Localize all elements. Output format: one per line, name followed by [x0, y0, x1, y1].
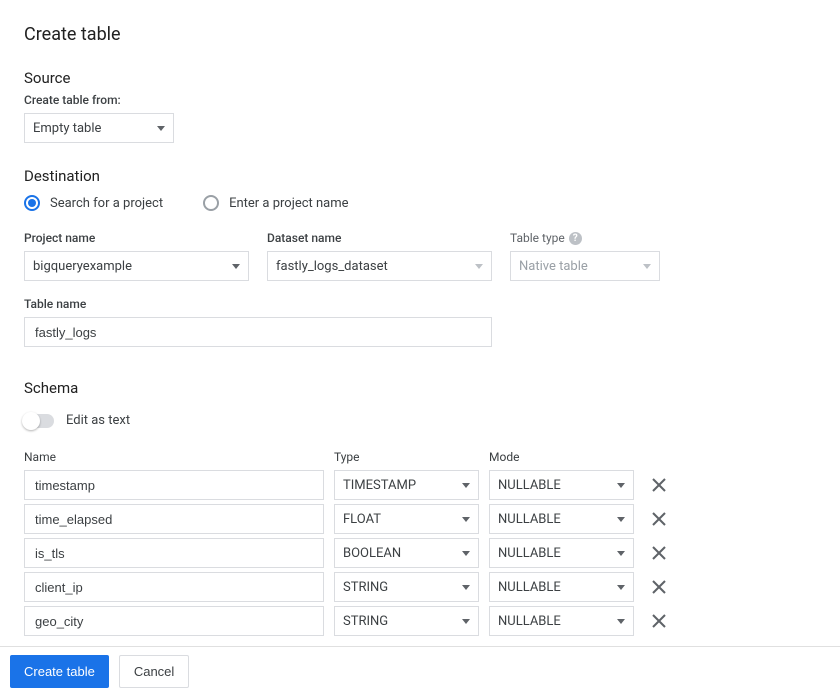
chevron-down-icon: [157, 126, 165, 131]
chevron-down-icon: [643, 264, 651, 269]
schema-mode-dropdown[interactable]: NULLABLE: [489, 504, 634, 534]
table-type-value: Native table: [519, 259, 588, 274]
schema-type-dropdown[interactable]: STRING: [334, 606, 479, 636]
schema-mode-dropdown[interactable]: NULLABLE: [489, 470, 634, 500]
schema-type-value: TIMESTAMP: [343, 478, 416, 493]
chevron-down-icon: [462, 551, 470, 556]
schema-name-input[interactable]: [33, 613, 315, 630]
schema-name-input[interactable]: [33, 477, 315, 494]
schema-name-input-wrap: [24, 572, 324, 602]
close-icon: [650, 510, 668, 528]
schema-row: FLOAT NULLABLE: [24, 504, 840, 534]
table-name-input[interactable]: [33, 324, 483, 341]
toggle-knob-icon: [22, 412, 40, 430]
schema-name-input[interactable]: [33, 545, 315, 562]
table-name-label: Table name: [24, 297, 492, 311]
dataset-name-label: Dataset name: [267, 231, 492, 245]
schema-name-input-wrap: [24, 538, 324, 568]
schema-col-name: Name: [24, 450, 324, 464]
schema-mode-value: NULLABLE: [498, 580, 561, 595]
help-icon[interactable]: ?: [569, 232, 582, 245]
table-type-dropdown[interactable]: Native table: [510, 251, 660, 281]
radio-search-project[interactable]: Search for a project: [24, 195, 163, 211]
chevron-down-icon: [462, 619, 470, 624]
table-name-input-wrap: [24, 317, 492, 347]
schema-row: TIMESTAMP NULLABLE: [24, 470, 840, 500]
dataset-name-value: fastly_logs_dataset: [276, 259, 388, 274]
table-type-label: Table type ?: [510, 231, 660, 245]
dataset-name-dropdown[interactable]: fastly_logs_dataset: [267, 251, 492, 281]
schema-mode-value: NULLABLE: [498, 614, 561, 629]
schema-mode-dropdown[interactable]: NULLABLE: [489, 606, 634, 636]
chevron-down-icon: [617, 483, 625, 488]
table-type-label-text: Table type: [510, 231, 565, 245]
schema-type-value: BOOLEAN: [343, 546, 401, 561]
edit-as-text-toggle[interactable]: [24, 414, 54, 428]
schema-type-dropdown[interactable]: STRING: [334, 572, 479, 602]
project-name-value: bigqueryexample: [33, 259, 132, 274]
chevron-down-icon: [462, 585, 470, 590]
radio-enter-label: Enter a project name: [229, 196, 348, 211]
schema-heading: Schema: [24, 379, 840, 397]
schema-name-input-wrap: [24, 504, 324, 534]
chevron-down-icon: [462, 483, 470, 488]
chevron-down-icon: [617, 551, 625, 556]
source-heading: Source: [24, 69, 840, 87]
chevron-down-icon: [462, 517, 470, 522]
schema-name-input-wrap: [24, 606, 324, 636]
delete-row-button[interactable]: [644, 612, 674, 630]
schema-col-mode: Mode: [489, 450, 634, 464]
schema-row: STRING NULLABLE: [24, 572, 840, 602]
close-icon: [650, 544, 668, 562]
schema-type-value: STRING: [343, 580, 388, 595]
cancel-button[interactable]: Cancel: [119, 655, 189, 688]
schema-mode-value: NULLABLE: [498, 478, 561, 493]
radio-enter-project[interactable]: Enter a project name: [203, 195, 348, 211]
schema-type-value: STRING: [343, 614, 388, 629]
project-name-dropdown[interactable]: bigqueryexample: [24, 251, 249, 281]
radio-selected-icon: [24, 195, 40, 211]
schema-name-input[interactable]: [33, 579, 315, 596]
schema-type-dropdown[interactable]: BOOLEAN: [334, 538, 479, 568]
delete-row-button[interactable]: [644, 476, 674, 494]
edit-as-text-label: Edit as text: [66, 413, 130, 428]
schema-name-input[interactable]: [33, 511, 315, 528]
schema-mode-dropdown[interactable]: NULLABLE: [489, 572, 634, 602]
schema-mode-value: NULLABLE: [498, 512, 561, 527]
chevron-down-icon: [617, 585, 625, 590]
project-name-label: Project name: [24, 231, 249, 245]
chevron-down-icon: [617, 619, 625, 624]
radio-unselected-icon: [203, 195, 219, 211]
close-icon: [650, 612, 668, 630]
create-from-label: Create table from:: [24, 93, 840, 107]
schema-type-value: FLOAT: [343, 512, 381, 527]
schema-col-type: Type: [334, 450, 479, 464]
page-title: Create table: [24, 24, 840, 45]
radio-search-label: Search for a project: [50, 196, 163, 211]
destination-heading: Destination: [24, 167, 840, 185]
schema-type-dropdown[interactable]: FLOAT: [334, 504, 479, 534]
chevron-down-icon: [617, 517, 625, 522]
delete-row-button[interactable]: [644, 544, 674, 562]
close-icon: [650, 578, 668, 596]
chevron-down-icon: [475, 264, 483, 269]
schema-row: STRING NULLABLE: [24, 606, 840, 636]
schema-row: BOOLEAN NULLABLE: [24, 538, 840, 568]
schema-type-dropdown[interactable]: TIMESTAMP: [334, 470, 479, 500]
schema-name-input-wrap: [24, 470, 324, 500]
schema-mode-dropdown[interactable]: NULLABLE: [489, 538, 634, 568]
delete-row-button[interactable]: [644, 510, 674, 528]
create-from-value: Empty table: [33, 121, 101, 136]
create-table-button[interactable]: Create table: [10, 655, 109, 688]
close-icon: [650, 476, 668, 494]
schema-mode-value: NULLABLE: [498, 546, 561, 561]
delete-row-button[interactable]: [644, 578, 674, 596]
chevron-down-icon: [232, 264, 240, 269]
create-from-dropdown[interactable]: Empty table: [24, 113, 174, 143]
